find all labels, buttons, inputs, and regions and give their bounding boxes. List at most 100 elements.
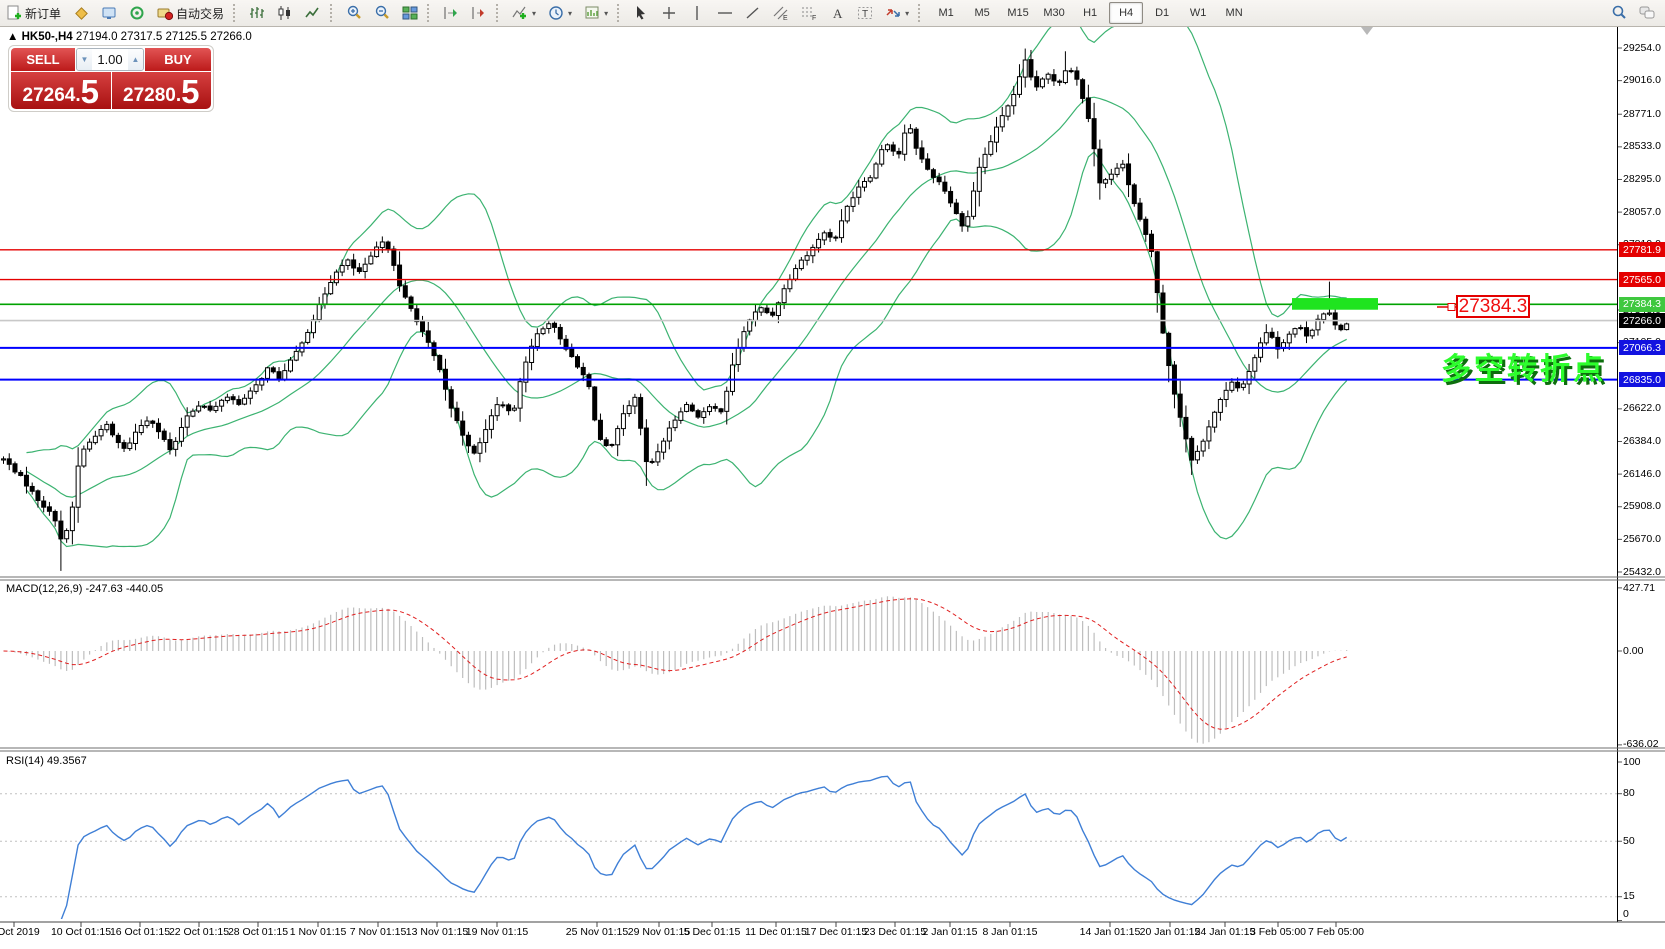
price-axis-tick: 28771.0 — [1623, 108, 1665, 120]
volume-decrease-button[interactable]: ▼ — [77, 49, 92, 70]
signals-button[interactable] — [124, 1, 150, 25]
window-separator-rsi[interactable] — [0, 746, 1665, 752]
collapse-arrow-icon[interactable]: ▲ — [7, 31, 22, 43]
crosshair-button[interactable] — [656, 1, 682, 25]
zoom-in-icon — [346, 5, 362, 21]
zoom-in-button[interactable] — [341, 1, 367, 25]
volume-input[interactable] — [92, 49, 128, 70]
chat-button[interactable] — [1634, 1, 1660, 25]
zoom-out-icon — [374, 5, 390, 21]
time-axis-label: 8 Oct 2019 — [0, 926, 40, 938]
timeframe-button-m30[interactable]: M30 — [1037, 2, 1071, 24]
toolbar-separator — [496, 4, 503, 22]
templates-button[interactable]: ▾ — [579, 1, 613, 25]
time-axis-label: 1 Nov 01:15 — [290, 926, 347, 938]
blue-monitor-icon — [101, 5, 117, 21]
price-axis-tick: 28057.0 — [1623, 206, 1665, 218]
channel-button[interactable]: E — [768, 1, 794, 25]
shapes-icon — [885, 5, 901, 21]
autotrading-button[interactable]: 自动交易 — [152, 1, 229, 25]
buy-price[interactable]: 27280.5 — [112, 72, 212, 109]
dropdown-arrow-icon[interactable]: ▾ — [568, 9, 572, 18]
time-axis-label: 22 Oct 01:15 — [169, 926, 229, 938]
chinese-annotation-text[interactable]: 多空转折点 — [1441, 344, 1606, 388]
timeframe-button-h1[interactable]: H1 — [1073, 2, 1107, 24]
time-axis-label: 20 Jan 01:15 — [1140, 926, 1201, 938]
price-line-label-27781.9: 27781.9 — [1619, 242, 1665, 257]
price-axis-tick: 28533.0 — [1623, 140, 1665, 152]
toolbar-separator — [617, 4, 624, 22]
time-axis-label: 23 Dec 01:15 — [864, 926, 926, 938]
timeframe-button-m5[interactable]: M5 — [965, 2, 999, 24]
price-axis-tick: 25670.0 — [1623, 533, 1665, 545]
periods-button[interactable]: ▾ — [543, 1, 577, 25]
magnifier-icon — [1611, 5, 1627, 21]
svg-text:F: F — [812, 15, 816, 21]
symbol-ohlc-line: ▲ HK50-,H4 27194.0 27317.5 27125.5 27266… — [7, 31, 252, 43]
hline-button[interactable] — [712, 1, 738, 25]
timeframe-button-m15[interactable]: M15 — [1001, 2, 1035, 24]
svg-text:A: A — [833, 6, 843, 21]
rsi-axis-tick: 80 — [1623, 787, 1665, 799]
candle-chart-button[interactable] — [272, 1, 298, 25]
time-axis-label: 19 Nov 01:15 — [466, 926, 528, 938]
vline-icon — [689, 5, 705, 21]
timeframe-button-w1[interactable]: W1 — [1181, 2, 1215, 24]
macd-axis-tick: 0.00 — [1623, 645, 1665, 657]
dropdown-arrow-icon[interactable]: ▾ — [905, 9, 909, 18]
fibo-icon: F — [801, 5, 817, 21]
market-watch-button[interactable] — [96, 1, 122, 25]
line-chart-button[interactable] — [300, 1, 326, 25]
fibonacci-button[interactable]: F — [796, 1, 822, 25]
gold-diamond-icon — [73, 5, 89, 21]
search-button[interactable] — [1606, 1, 1632, 25]
auto-scroll-button[interactable] — [438, 1, 464, 25]
chart-shift-button[interactable] — [466, 1, 492, 25]
shapes-button[interactable]: ▾ — [880, 1, 914, 25]
sell-price[interactable]: 27264.5 — [11, 72, 111, 109]
price-axis-tick: 25432.0 — [1623, 566, 1665, 578]
timeframe-button-d1[interactable]: D1 — [1145, 2, 1179, 24]
rsi-window-plot-area[interactable] — [0, 752, 1617, 920]
time-axis-label: 5 Dec 01:15 — [684, 926, 741, 938]
quotes-button[interactable] — [68, 1, 94, 25]
text-button[interactable]: A — [824, 1, 850, 25]
main-chart-plot-area[interactable] — [0, 26, 1617, 577]
macd-axis-tick: 427.71 — [1623, 582, 1665, 594]
trendline-button[interactable] — [740, 1, 766, 25]
timeframe-button-m1[interactable]: M1 — [929, 2, 963, 24]
time-axis-label: 2 Jan 01:15 — [923, 926, 978, 938]
window-separator-macd[interactable] — [0, 575, 1665, 581]
timeframe-button-mn[interactable]: MN — [1217, 2, 1251, 24]
chart-shift-icon — [471, 5, 487, 21]
price-axis-tick: 25908.0 — [1623, 500, 1665, 512]
toolbar-separator — [330, 4, 337, 22]
time-axis-label: 8 Jan 01:15 — [983, 926, 1038, 938]
cursor-button[interactable] — [628, 1, 654, 25]
price-tag-label[interactable]: 27384.3 — [1456, 295, 1530, 318]
bar-chart-button[interactable] — [244, 1, 270, 25]
buy-button[interactable]: BUY — [145, 48, 211, 71]
timeframe-button-h4[interactable]: H4 — [1109, 2, 1143, 24]
cursor-icon — [633, 5, 649, 21]
add-indicator-button[interactable]: ▾ — [507, 1, 541, 25]
sell-button[interactable]: SELL — [11, 48, 75, 71]
time-axis-label: 10 Oct 01:15 — [51, 926, 111, 938]
time-axis-label: 3 Feb 05:00 — [1250, 926, 1306, 938]
hline-icon — [717, 5, 733, 21]
dropdown-arrow-icon[interactable]: ▾ — [532, 9, 536, 18]
tile-windows-button[interactable] — [397, 1, 423, 25]
zoom-out-button[interactable] — [369, 1, 395, 25]
time-axis-label: 28 Oct 01:15 — [228, 926, 288, 938]
dropdown-arrow-icon[interactable]: ▾ — [604, 9, 608, 18]
macd-window-plot-area[interactable] — [0, 581, 1617, 748]
template-icon — [584, 5, 600, 21]
svg-text:E: E — [783, 15, 788, 21]
volume-increase-button[interactable]: ▲ — [128, 49, 143, 70]
vline-button[interactable] — [684, 1, 710, 25]
new-order-button-label: 新订单 — [25, 5, 61, 22]
time-axis-label: 29 Nov 01:15 — [628, 926, 690, 938]
time-axis-label: 7 Feb 05:00 — [1308, 926, 1364, 938]
new-order-button[interactable]: 新订单 — [1, 1, 66, 25]
text-label-button[interactable]: T — [852, 1, 878, 25]
